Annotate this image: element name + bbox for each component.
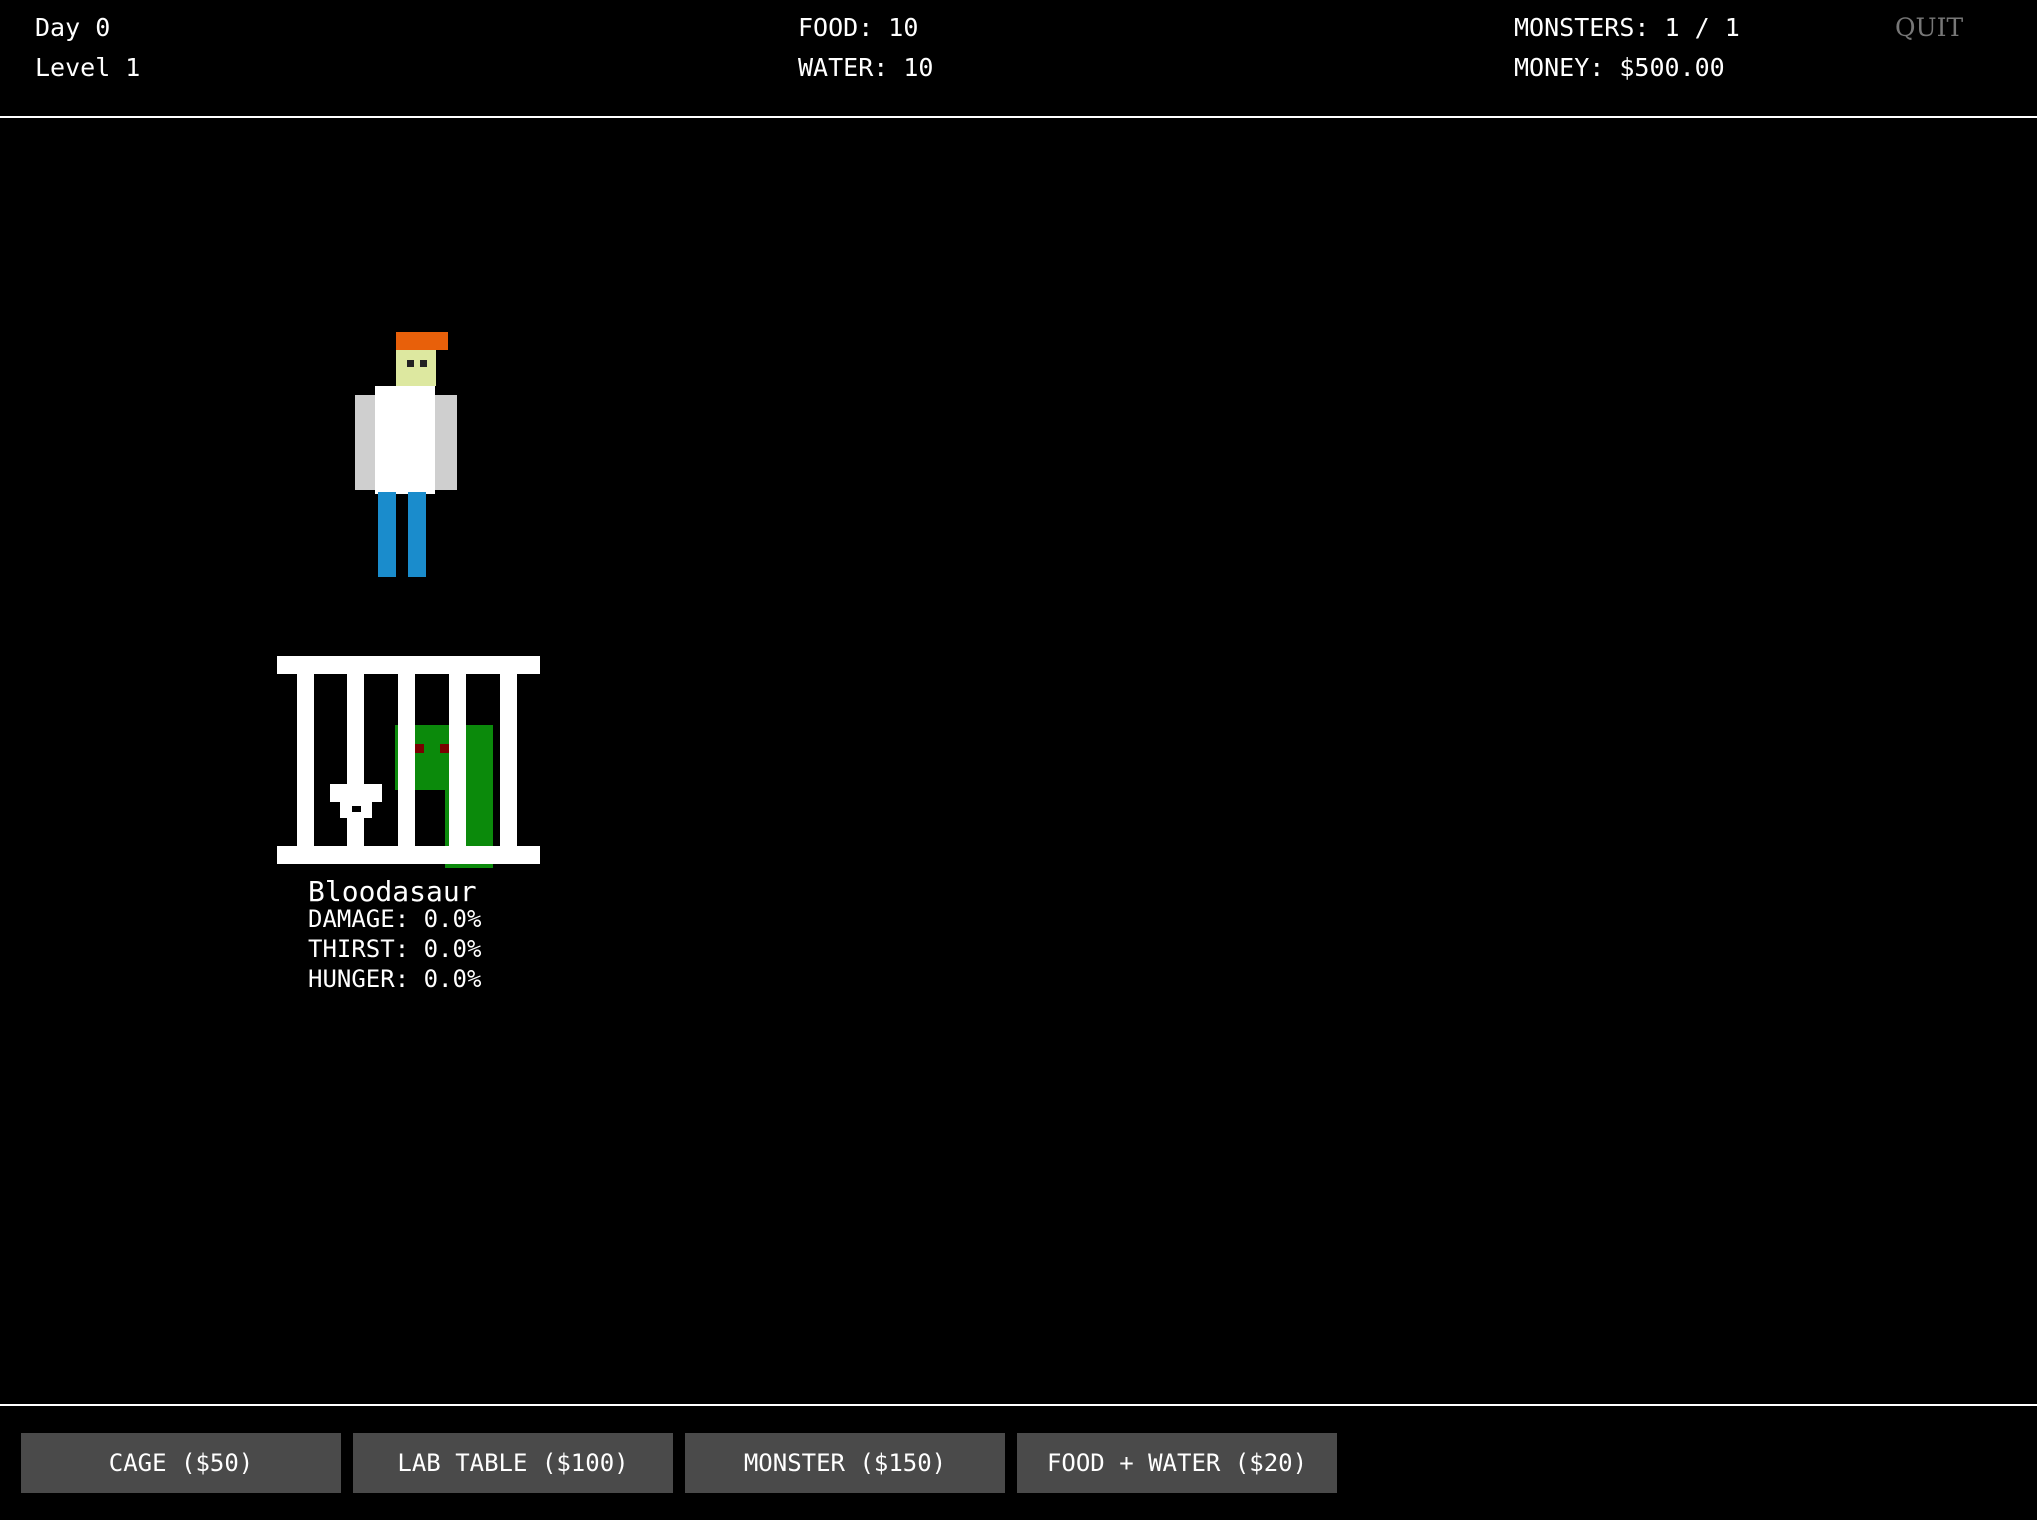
buy-food-water-button[interactable]: FOOD + WATER ($20) [1017, 1433, 1337, 1493]
day-counter: Day 0 [35, 13, 111, 42]
buy-monster-button[interactable]: MONSTER ($150) [685, 1433, 1005, 1493]
cage-bar [500, 666, 517, 851]
scientist-hair [396, 332, 448, 350]
water-counter: WATER: 10 [798, 53, 934, 82]
cage-bar [398, 666, 415, 851]
level-indicator: Level 1 [35, 53, 141, 82]
scientist-leg-left [378, 492, 396, 577]
skull-mouth [352, 806, 361, 812]
buy-lab-table-button[interactable]: LAB TABLE ($100) [353, 1433, 673, 1493]
scientist-leg-right [408, 492, 426, 577]
food-counter: FOOD: 10 [798, 13, 919, 42]
monster-thirst: THIRST: 0.0% [308, 935, 482, 963]
scientist-head [396, 350, 436, 386]
cage-bar [449, 666, 466, 851]
scientist-coat [375, 386, 435, 494]
skull-icon [330, 784, 382, 818]
quit-button[interactable]: QUIT [1895, 13, 1963, 43]
monsters-counter: MONSTERS: 1 / 1 [1514, 13, 1740, 42]
cage[interactable] [277, 656, 540, 864]
cage-bar [347, 666, 364, 851]
buy-cage-button[interactable]: CAGE ($50) [21, 1433, 341, 1493]
cage-bar [297, 666, 314, 851]
toolbar-divider [0, 1404, 2037, 1406]
monster-damage: DAMAGE: 0.0% [308, 905, 482, 933]
scientist-eye-right [420, 360, 427, 367]
monster-hunger: HUNGER: 0.0% [308, 965, 482, 993]
scientist-eye-left [407, 360, 414, 367]
money-counter: MONEY: $500.00 [1514, 53, 1725, 82]
scientist-sprite[interactable] [355, 330, 460, 580]
hud-divider [0, 116, 2037, 118]
